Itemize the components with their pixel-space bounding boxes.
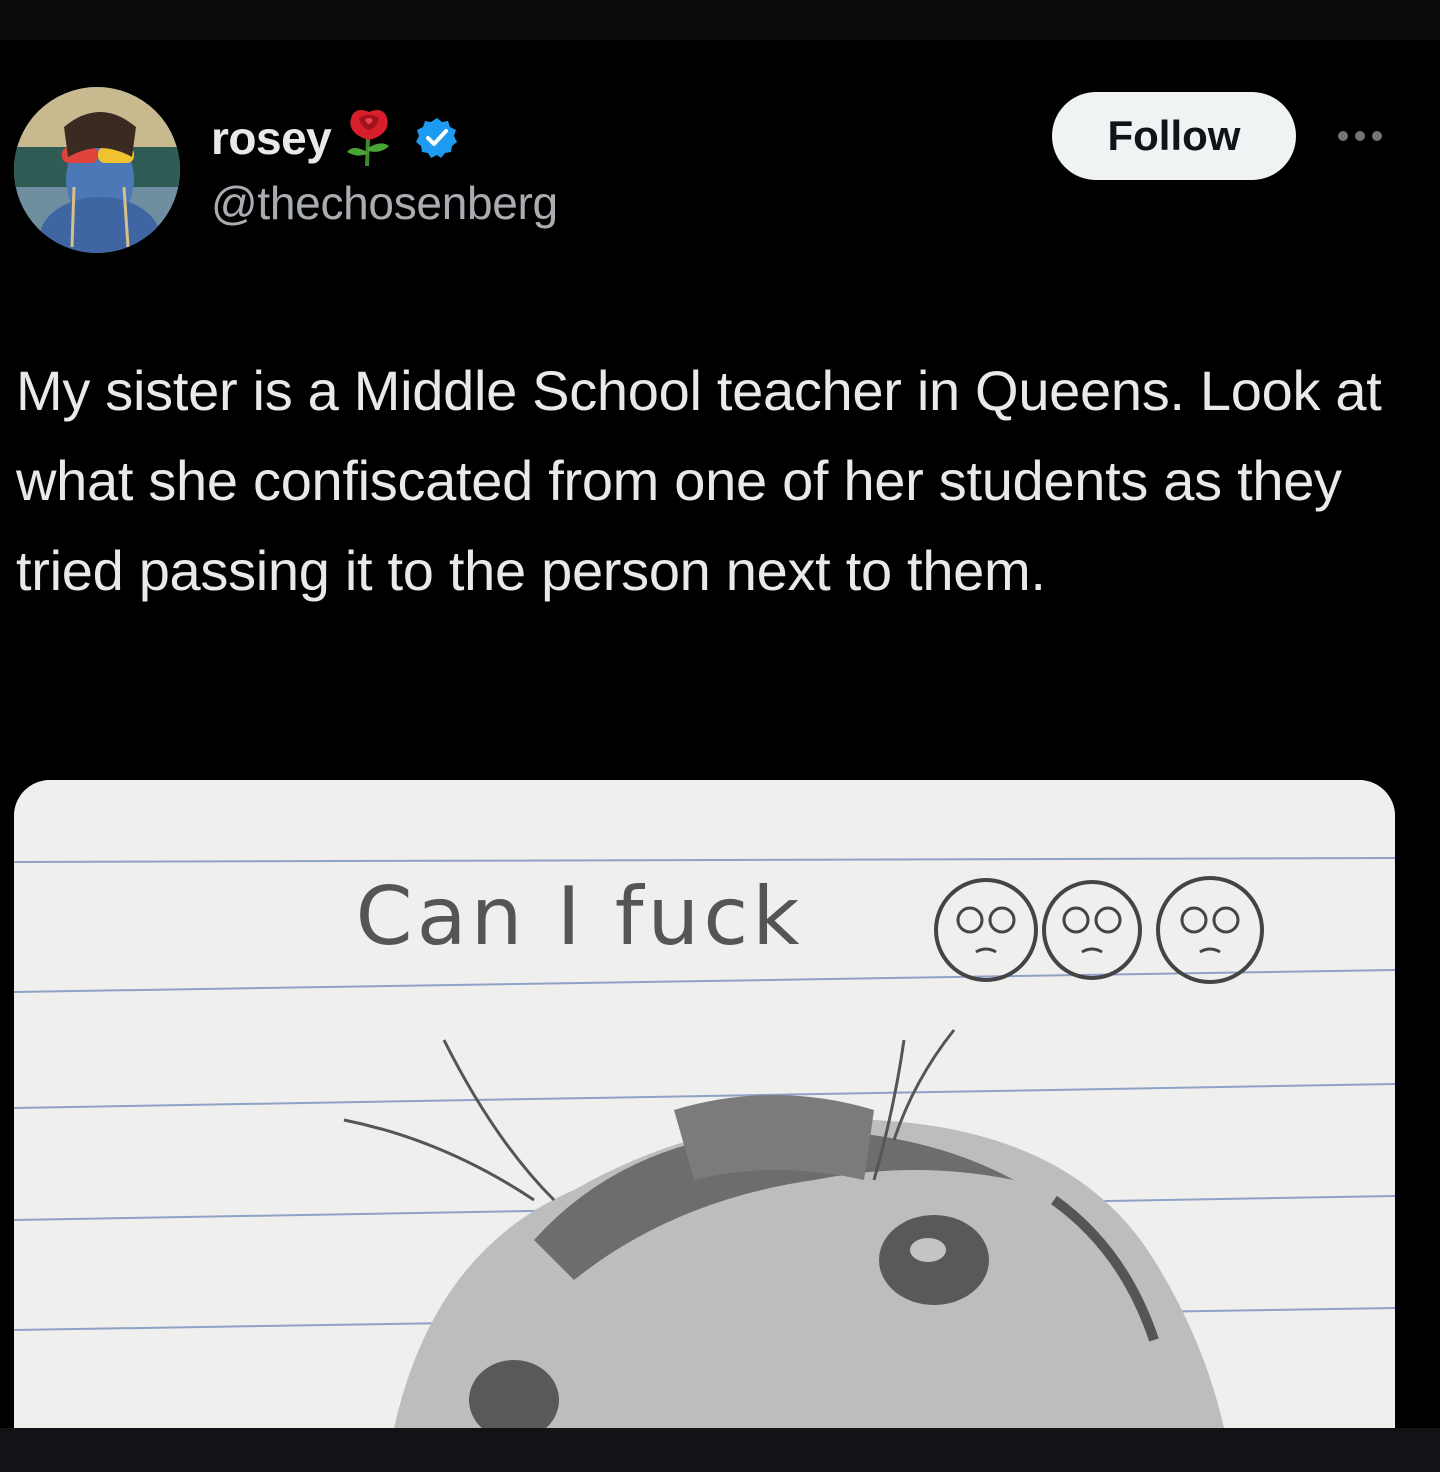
verified-badge-icon (415, 116, 459, 160)
author-name-row: rosey (211, 108, 459, 168)
bottom-strip (0, 1428, 1440, 1472)
author-handle[interactable]: @thechosenberg (211, 176, 558, 230)
avatar[interactable] (14, 87, 180, 253)
follow-button[interactable]: Follow (1052, 92, 1296, 180)
tweet-text: My sister is a Middle School teacher in … (16, 359, 1382, 602)
display-name[interactable]: rosey (211, 111, 332, 165)
more-horizontal-icon[interactable] (1330, 118, 1390, 154)
more-dot (1372, 131, 1382, 141)
more-dot (1355, 131, 1365, 141)
handwritten-note-text: Can I fuck (355, 870, 804, 963)
top-status-strip (0, 0, 1440, 40)
more-dot (1338, 131, 1348, 141)
rose-icon (341, 108, 397, 168)
